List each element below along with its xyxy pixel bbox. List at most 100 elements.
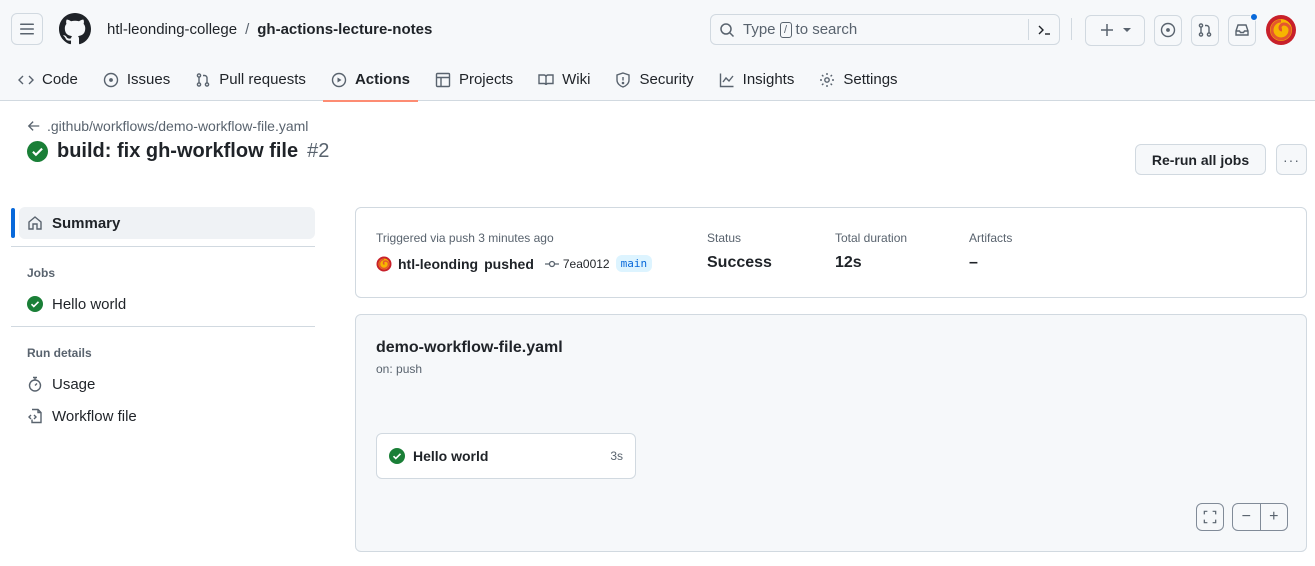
- tab-label: Insights: [742, 71, 795, 88]
- tab-projects[interactable]: Projects: [427, 58, 521, 101]
- plus-icon: [1101, 24, 1113, 36]
- duration-label: Total duration: [835, 231, 908, 245]
- tab-insights[interactable]: Insights: [711, 58, 803, 101]
- pull-requests-button[interactable]: [1191, 14, 1219, 46]
- org-link[interactable]: htl-leonding-college: [107, 21, 237, 38]
- check-circle-icon: [389, 448, 405, 464]
- workflow-path: .github/workflows/demo-workflow-file.yam…: [47, 118, 309, 134]
- actor-avatar[interactable]: [376, 256, 392, 272]
- graph-icon: [719, 73, 734, 87]
- sidebar-item-summary[interactable]: Summary: [11, 207, 315, 239]
- fullscreen-button[interactable]: [1196, 503, 1224, 531]
- sidebar-item-usage[interactable]: Usage: [11, 368, 315, 400]
- search-input[interactable]: Type / to search: [710, 14, 1060, 45]
- issue-icon: [103, 72, 119, 87]
- run-summary-card: Triggered via push 3 minutes ago htl-leo…: [355, 207, 1307, 298]
- jobs-heading: Jobs: [27, 266, 56, 280]
- sidebar-item-label: Usage: [52, 375, 96, 393]
- notification-dot: [1250, 12, 1258, 21]
- screen-full-icon: [1203, 510, 1217, 524]
- tab-label: Projects: [458, 71, 514, 88]
- github-logo-icon[interactable]: [59, 13, 91, 45]
- branch-badge[interactable]: main: [615, 255, 653, 272]
- gear-icon: [820, 72, 835, 87]
- zoom-out-button[interactable]: −: [1233, 504, 1261, 530]
- artifacts-value: –: [969, 254, 978, 271]
- sidebar-item-label: Hello world: [52, 295, 127, 313]
- zoom-in-button[interactable]: +: [1261, 504, 1288, 530]
- git-commit-icon: [544, 260, 559, 267]
- job-name: Hello world: [413, 448, 489, 464]
- workflow-back-link[interactable]: .github/workflows/demo-workflow-file.yam…: [27, 118, 1315, 134]
- create-new-button[interactable]: [1085, 14, 1145, 46]
- tab-issues[interactable]: Issues: [95, 58, 178, 101]
- search-shortcut-key: /: [779, 21, 792, 38]
- search-placeholder-prefix: Type: [743, 21, 776, 38]
- sidebar-item-label: Workflow file: [52, 407, 137, 425]
- user-avatar[interactable]: [1265, 14, 1297, 46]
- trigger-info: Triggered via push 3 minutes ago htl-leo…: [376, 231, 653, 272]
- actor-name[interactable]: htl-leonding: [398, 256, 478, 272]
- tab-wiki[interactable]: Wiki: [530, 58, 598, 101]
- workflow-trigger: on: push: [376, 362, 423, 376]
- code-icon: [18, 75, 34, 84]
- inbox-icon: [1235, 24, 1249, 36]
- tab-pull-requests[interactable]: Pull requests: [187, 58, 314, 101]
- tab-label: Security: [639, 71, 694, 88]
- command-palette-button[interactable]: [1028, 19, 1059, 40]
- artifacts-label: Artifacts: [969, 231, 1013, 245]
- menu-button[interactable]: [11, 13, 43, 45]
- workflow-file-name: demo-workflow-file.yaml: [376, 339, 563, 356]
- duration-value: 12s: [835, 254, 862, 271]
- triangle-down-icon: [1123, 28, 1131, 32]
- pull-request-icon: [196, 72, 210, 87]
- tab-security[interactable]: Security: [607, 58, 701, 101]
- kebab-horizontal-icon: ···: [1283, 151, 1300, 168]
- tab-code[interactable]: Code: [18, 58, 86, 101]
- rerun-all-jobs-button[interactable]: Re-run all jobs: [1135, 144, 1266, 175]
- tab-label: Pull requests: [219, 71, 306, 88]
- more-options-button[interactable]: ···: [1276, 144, 1307, 175]
- terminal-icon: [1038, 25, 1050, 35]
- issue-icon: [1160, 22, 1176, 38]
- tab-label: Wiki: [562, 71, 591, 88]
- tab-label: Issues: [126, 71, 171, 88]
- home-icon: [28, 216, 42, 230]
- run-sidebar: Summary Jobs Hello world Run details Usa…: [11, 207, 315, 432]
- table-icon: [435, 72, 451, 87]
- zoom-controls: − +: [1232, 503, 1288, 531]
- pull-request-icon: [1198, 23, 1212, 37]
- check-circle-icon: [27, 141, 48, 162]
- breadcrumb: htl-leonding-college / gh-actions-lectur…: [107, 21, 432, 38]
- stopwatch-icon: [28, 376, 42, 392]
- sidebar-item-label: Summary: [52, 214, 121, 232]
- duration-info: Total duration 12s: [835, 231, 907, 272]
- run-number: #2: [307, 140, 330, 162]
- commit-sha: 7ea0012: [562, 256, 610, 271]
- commit-link[interactable]: 7ea0012: [544, 257, 610, 271]
- play-icon: [331, 72, 347, 87]
- artifacts-info: Artifacts –: [969, 231, 1012, 272]
- sidebar-divider: [11, 246, 315, 247]
- search-placeholder-suffix: to search: [795, 21, 858, 38]
- status-label: Status: [707, 231, 742, 245]
- job-node[interactable]: Hello world 3s: [376, 433, 636, 479]
- file-code-icon: [28, 408, 42, 424]
- arrow-left-icon: [27, 121, 40, 131]
- app-header: htl-leonding-college / gh-actions-lectur…: [0, 0, 1315, 102]
- repo-nav: Code Issues Pull requests Actions Projec…: [18, 58, 915, 102]
- tab-label: Settings: [843, 71, 898, 88]
- tab-actions[interactable]: Actions: [322, 58, 418, 102]
- run-title-bar: .github/workflows/demo-workflow-file.yam…: [27, 118, 1315, 163]
- check-circle-icon: [27, 296, 43, 312]
- issues-button[interactable]: [1154, 14, 1182, 46]
- inbox-button[interactable]: [1228, 12, 1258, 46]
- status-info: Status Success: [707, 231, 772, 272]
- sidebar-item-workflow-file[interactable]: Workflow file: [11, 400, 315, 432]
- repo-link[interactable]: gh-actions-lecture-notes: [257, 21, 432, 38]
- book-icon: [538, 73, 554, 85]
- sidebar-item-job[interactable]: Hello world: [11, 288, 315, 320]
- header-divider: [1071, 18, 1072, 40]
- tab-settings[interactable]: Settings: [811, 58, 905, 101]
- run-title: build: fix gh-workflow file: [57, 140, 299, 162]
